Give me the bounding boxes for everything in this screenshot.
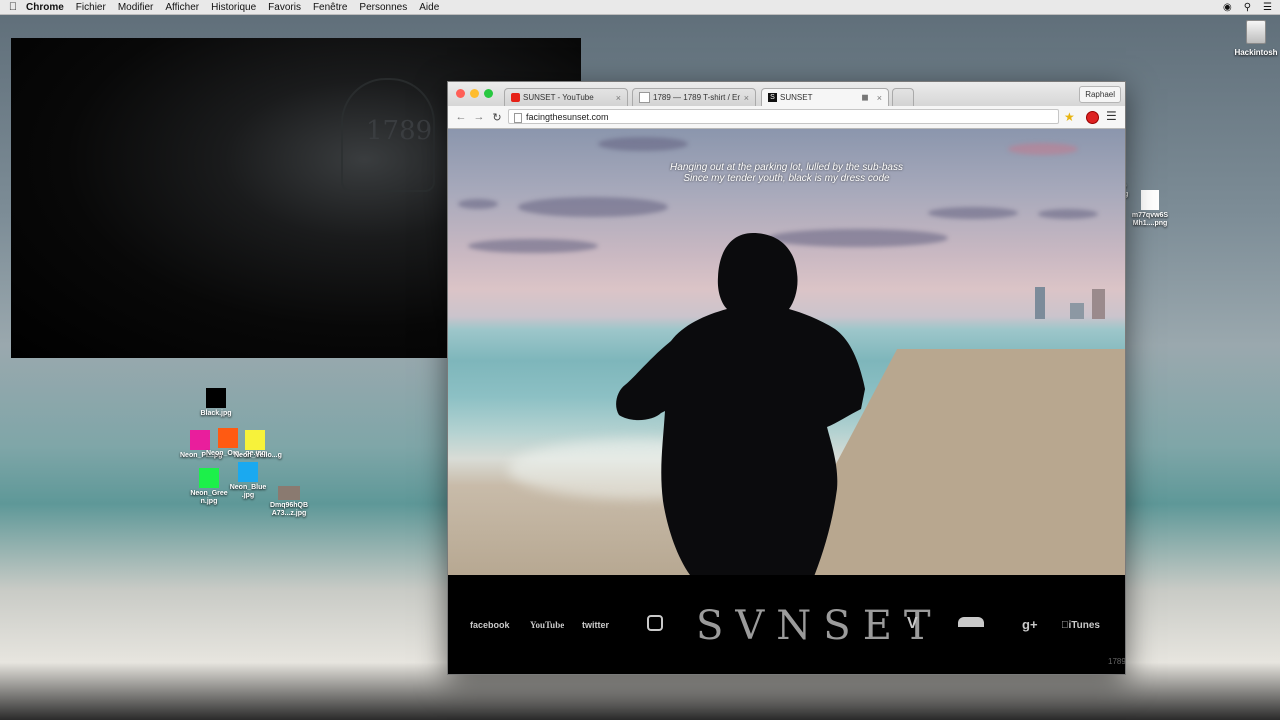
building-shape	[1092, 289, 1105, 319]
tab-title: 1789 — 1789 T-shirt / Emb	[653, 93, 740, 102]
hard-drive-graphic	[1246, 20, 1266, 44]
file-thumbnail-icon	[238, 462, 258, 482]
file-label: Neon_Yello...g	[234, 452, 282, 459]
instagram-icon[interactable]	[647, 615, 663, 631]
page-info-icon[interactable]	[514, 113, 522, 123]
minimize-window-button[interactable]	[470, 89, 479, 98]
lyrics-line-1: Hanging out at the parking lot, lulled b…	[670, 162, 903, 173]
itunes-label: iTunes	[1061, 620, 1100, 631]
file-thumbnail-icon	[278, 486, 300, 500]
tab-close-icon[interactable]: ×	[744, 93, 749, 103]
url-text: facingthesunset.com	[526, 112, 609, 122]
corner-logo-mark: 1789	[1108, 657, 1125, 666]
cloud-shape	[458, 199, 498, 209]
lyrics-line-2: Since my tender youth, black is my dress…	[683, 173, 890, 184]
sunset-favicon-icon: S	[768, 93, 777, 102]
apple-icon[interactable]: 	[0, 1, 26, 13]
menu-personnes[interactable]: Personnes	[359, 2, 407, 13]
soundcloud-icon[interactable]	[958, 617, 984, 627]
file-label: Neon_Blue .jpg	[229, 484, 267, 499]
youtube-favicon-icon	[511, 93, 520, 102]
tab-audio-icon[interactable]: ◼	[861, 92, 868, 103]
file-thumbnail-icon	[245, 430, 265, 450]
google-plus-link[interactable]: g+	[1022, 617, 1038, 632]
lyrics-caption: Hanging out at the parking lot, lulled b…	[448, 162, 1125, 184]
desktop-file-neon-yellow[interactable]: Neon_Yello...g	[234, 430, 282, 460]
address-bar[interactable]: facingthesunset.com	[508, 109, 1059, 124]
file-label: Black.jpg	[200, 410, 232, 417]
tab-youtube[interactable]: SUNSET - YouTube ×	[504, 88, 628, 106]
facebook-link[interactable]: facebook	[470, 620, 510, 630]
file-label: Dmq96hQB A73...z.jpg	[269, 502, 309, 517]
menu-bar:  Chrome Fichier Modifier Afficher Histo…	[0, 0, 1280, 15]
sunset-page: Hanging out at the parking lot, lulled b…	[448, 129, 1125, 674]
menu-modifier[interactable]: Modifier	[118, 2, 154, 13]
cloud-shape	[1038, 209, 1098, 219]
close-window-button[interactable]	[456, 89, 465, 98]
file-label: m77qvw6S Mh1....png	[1131, 212, 1169, 227]
cloud-shape	[1008, 143, 1078, 155]
tab-close-icon[interactable]: ×	[877, 93, 882, 103]
menu-fenetre[interactable]: Fenêtre	[313, 2, 347, 13]
itunes-link[interactable]: iTunes	[1061, 620, 1100, 631]
desktop-file-neon-blue[interactable]: Neon_Blue .jpg	[227, 462, 269, 500]
sunset-logo[interactable]: SVNSET	[696, 603, 943, 649]
file-thumbnail-icon	[1141, 190, 1159, 210]
building-shape	[1035, 287, 1045, 319]
bookmark-star-icon[interactable]: ★	[1064, 110, 1075, 124]
spotlight-search-icon[interactable]: ⚲	[1244, 2, 1251, 13]
profile-button[interactable]: Raphael	[1079, 86, 1121, 103]
youtube-link[interactable]: YouTube	[530, 620, 564, 630]
twitter-link[interactable]: twitter	[582, 620, 609, 630]
file-thumbnail-icon	[206, 388, 226, 408]
tab-strip: SUNSET - YouTube × 1789 — 1789 T-shirt /…	[448, 82, 1125, 106]
menu-fichier[interactable]: Fichier	[76, 2, 106, 13]
menu-aide[interactable]: Aide	[419, 2, 439, 13]
hard-drive-icon[interactable]: Hackintosh	[1232, 20, 1280, 57]
adblock-extension-icon[interactable]	[1086, 111, 1099, 124]
tab-title: SUNSET - YouTube	[523, 93, 594, 102]
chrome-menu-icon[interactable]: ☰	[1106, 109, 1117, 123]
building-shape	[1070, 303, 1084, 319]
hero-photo: Hanging out at the parking lot, lulled b…	[448, 129, 1125, 575]
apple-logo-icon: 	[1061, 620, 1069, 631]
tab-sunset[interactable]: S SUNSET ◼ ×	[761, 88, 889, 106]
cloud-shape	[928, 207, 1018, 219]
tab-close-icon[interactable]: ×	[616, 93, 621, 103]
cloud-shape	[518, 197, 668, 217]
desktop-file-neon-green[interactable]: Neon_Gree n.jpg	[187, 468, 231, 506]
hooded-person-silhouette	[616, 233, 865, 575]
desktop-file-m77qvw6s[interactable]: m77qvw6S Mh1....png	[1128, 190, 1172, 228]
forward-arrow-icon[interactable]: →	[470, 111, 488, 123]
notification-list-icon[interactable]: ☰	[1263, 2, 1272, 13]
menu-favoris[interactable]: Favoris	[268, 2, 301, 13]
desktop-file-black[interactable]: Black.jpg	[198, 388, 234, 418]
cloud-shape	[468, 239, 598, 253]
back-arrow-icon[interactable]: ←	[452, 111, 470, 123]
menu-app-name[interactable]: Chrome	[26, 2, 64, 13]
page-favicon-icon	[639, 92, 650, 103]
menu-historique[interactable]: Historique	[211, 2, 256, 13]
file-thumbnail-icon	[199, 468, 219, 488]
footer-social-bar: facebook YouTube twitter SVNSET V g+ iT…	[448, 575, 1125, 674]
hard-drive-label: Hackintosh	[1234, 48, 1278, 57]
new-tab-button[interactable]	[892, 88, 914, 106]
tab-1789-tshirt[interactable]: 1789 — 1789 T-shirt / Emb ×	[632, 88, 756, 106]
reload-icon[interactable]: ↻	[488, 111, 506, 124]
desktop-file-dmq96[interactable]: Dmq96hQB A73...z.jpg	[266, 486, 312, 518]
maximize-window-button[interactable]	[484, 89, 493, 98]
tab-title: SUNSET	[780, 93, 813, 102]
browser-toolbar: ← → ↻ facingthesunset.com ★ ☰	[448, 106, 1125, 129]
chrome-window: SUNSET - YouTube × 1789 — 1789 T-shirt /…	[447, 81, 1126, 675]
video-overlay-text: 1789	[366, 116, 433, 146]
record-icon[interactable]: ◉	[1223, 2, 1232, 13]
vine-icon[interactable]: V	[907, 615, 918, 633]
menu-afficher[interactable]: Afficher	[165, 2, 199, 13]
cloud-shape	[598, 137, 688, 151]
file-label: Neon_Gree n.jpg	[190, 490, 228, 505]
